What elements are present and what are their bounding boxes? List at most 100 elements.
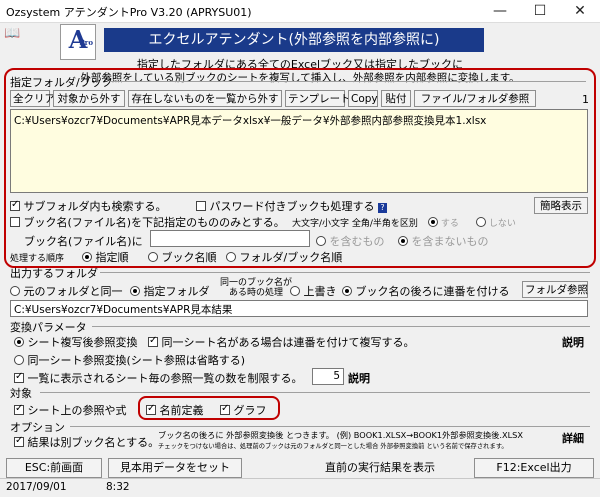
target-path[interactable]: C:¥Users¥ozcr7¥Documents¥APR見本データxlsx¥一般… (14, 115, 486, 127)
named-option[interactable]: 名前定義 (146, 402, 204, 418)
separate-book-option[interactable]: 結果は別ブック名とする。 (14, 434, 159, 450)
same-folder-label: 元のフォルダと同一 (23, 285, 123, 298)
overwrite-option[interactable]: 上書き (290, 283, 337, 299)
window-title: Ozsystem アテンダントPro V3.20 (APRYSU01) (6, 6, 252, 19)
paste-button[interactable]: 貼付 (381, 90, 411, 107)
scope-section-label: 対象 (10, 387, 32, 400)
separate-book-label: 結果は別ブック名とする。 (27, 436, 160, 449)
limit-label: 一覧に表示されるシート毎の参照一覧の数を制限する。 (27, 372, 303, 385)
folder-browse-button[interactable]: フォルダ参照 (522, 281, 588, 298)
same-sheet-seq-option[interactable]: 同一シート名がある場合は連番を付けて複写する。 (148, 334, 415, 350)
minimize-button[interactable]: — (480, 0, 520, 22)
book-name-in-label: ブック名(ファイル名)に (24, 235, 143, 248)
file-folder-browse-button[interactable]: ファイル/フォルダ参照 (414, 90, 536, 107)
item-count: 1 (582, 93, 589, 106)
copy-convert-option[interactable]: シート複写後参照変換 (14, 334, 138, 350)
case-no-radio[interactable] (476, 217, 486, 227)
same-sheet-convert-radio[interactable] (14, 355, 24, 365)
template-button[interactable]: テンプレート (285, 90, 351, 107)
order-book-option[interactable]: ブック名順 (148, 249, 217, 265)
same-folder-radio[interactable] (10, 286, 20, 296)
remove-button[interactable]: 対象から外す (53, 90, 125, 107)
append-seq-option[interactable]: ブック名の後ろに連番を付ける (342, 283, 510, 299)
status-time: 8:32 (106, 481, 130, 493)
options-section-label: オプション (10, 421, 65, 434)
book-icon[interactable]: 📖 (4, 26, 24, 41)
limit-value[interactable]: 5 (333, 370, 340, 382)
limit-value-input[interactable]: 5 (312, 368, 344, 385)
password-checkbox[interactable] (196, 201, 206, 211)
password-option[interactable]: パスワード付きブックも処理する ? (196, 198, 387, 214)
order-book-radio[interactable] (148, 252, 158, 262)
not-contains-option[interactable]: を含まないもの (398, 233, 489, 249)
name-filter-option[interactable]: ブック名(ファイル名)を下記指定のもののみとする。 (10, 214, 285, 230)
order-folder-book-radio[interactable] (226, 252, 236, 262)
case-no-option[interactable]: しない (476, 216, 516, 229)
esc-back-button[interactable]: ESC:前画面 (6, 458, 102, 478)
subfolder-checkbox[interactable] (10, 199, 20, 211)
named-checkbox[interactable] (146, 403, 156, 415)
status-date: 2017/09/01 (6, 481, 67, 493)
subfolder-option[interactable]: サブフォルダ内も検索する。 (10, 198, 167, 214)
graph-option[interactable]: グラフ (220, 402, 267, 418)
copy-convert-radio[interactable] (14, 337, 24, 347)
graph-checkbox[interactable] (220, 403, 230, 415)
output-path-input[interactable]: C:¥Users¥ozcr7¥Documents¥APR見本結果 (10, 300, 588, 317)
detail-link[interactable]: 詳細 (562, 430, 584, 446)
f12-excel-output-button[interactable]: F12:Excel出力 (474, 458, 594, 478)
same-name-line-1: 同一のブック名が (220, 278, 293, 288)
target-list[interactable]: C:¥Users¥ozcr7¥Documents¥APR見本データxlsx¥一般… (10, 109, 588, 193)
divider (40, 392, 590, 393)
specified-folder-option[interactable]: 指定フォルダ (130, 283, 210, 299)
same-sheet-seq-checkbox[interactable] (148, 335, 158, 347)
order-specified-label: 指定順 (95, 251, 129, 264)
sheet-refs-option[interactable]: シート上の参照や式 (14, 402, 127, 418)
append-seq-radio[interactable] (342, 286, 352, 296)
order-folder-book-option[interactable]: フォルダ/ブック名順 (226, 249, 342, 265)
remove-missing-button[interactable]: 存在しないものを一覧から外す (128, 90, 282, 107)
maximize-button[interactable]: ☐ (520, 0, 560, 22)
not-contains-radio[interactable] (398, 236, 408, 246)
explain-link-right[interactable]: 説明 (562, 334, 584, 350)
same-sheet-convert-option[interactable]: 同一シート参照変換(シート参照は省略する) (14, 352, 245, 368)
divider (110, 81, 586, 82)
logo-sub: Pro (79, 38, 93, 47)
overwrite-radio[interactable] (290, 286, 300, 296)
order-specified-radio[interactable] (82, 252, 92, 262)
separate-book-checkbox[interactable] (14, 435, 24, 447)
case-yes-option[interactable]: する (428, 216, 459, 229)
output-path[interactable]: C:¥Users¥ozcr7¥Documents¥APR見本結果 (14, 304, 232, 316)
close-button[interactable]: ✕ (560, 0, 600, 22)
case-label: 大文字/小文字 全角/半角を区別 (292, 219, 418, 229)
case-no-label: しない (488, 219, 516, 229)
explain-link[interactable]: 説明 (348, 370, 370, 386)
set-sample-data-button[interactable]: 見本用データをセット (108, 458, 242, 478)
specified-folder-radio[interactable] (130, 286, 140, 296)
limit-option[interactable]: 一覧に表示されるシート毎の参照一覧の数を制限する。 (14, 370, 303, 386)
simple-view-button[interactable]: 簡略表示 (534, 197, 588, 214)
show-last-result-button[interactable]: 直前の実行結果を表示 (300, 458, 460, 478)
status-bar: 2017/09/01 8:32 (0, 478, 600, 497)
sheet-refs-label: シート上の参照や式 (27, 404, 127, 417)
name-filter-checkbox[interactable] (10, 217, 20, 227)
options-note-2: チェックをつけない場合は、処理前のブックは元のフォルダと同一とした場合 外部参照… (158, 443, 508, 450)
sheet-refs-checkbox[interactable] (14, 403, 24, 415)
copy-button[interactable]: Copy (348, 90, 378, 107)
app-logo: A Pro (60, 24, 96, 60)
same-folder-option[interactable]: 元のフォルダと同一 (10, 283, 123, 299)
order-folder-book-label: フォルダ/ブック名順 (239, 251, 343, 264)
not-contains-label: を含まないもの (411, 235, 489, 248)
case-yes-radio[interactable] (428, 217, 438, 227)
output-section-label: 出力するフォルダ (10, 267, 98, 280)
divider (70, 426, 590, 427)
contains-option[interactable]: を含むもの (316, 233, 385, 249)
order-specified-option[interactable]: 指定順 (82, 249, 129, 265)
subfolder-label: サブフォルダ内も検索する。 (23, 200, 167, 213)
clear-all-button[interactable]: 全クリア (10, 90, 55, 107)
target-section-label: 指定フォルダ/ブック (10, 76, 113, 89)
book-name-filter-input[interactable] (150, 230, 310, 247)
contains-radio[interactable] (316, 236, 326, 246)
help-icon[interactable]: ? (378, 203, 387, 213)
limit-checkbox[interactable] (14, 371, 24, 383)
same-name-label: 同一のブック名が ある時の処理 (220, 278, 292, 298)
